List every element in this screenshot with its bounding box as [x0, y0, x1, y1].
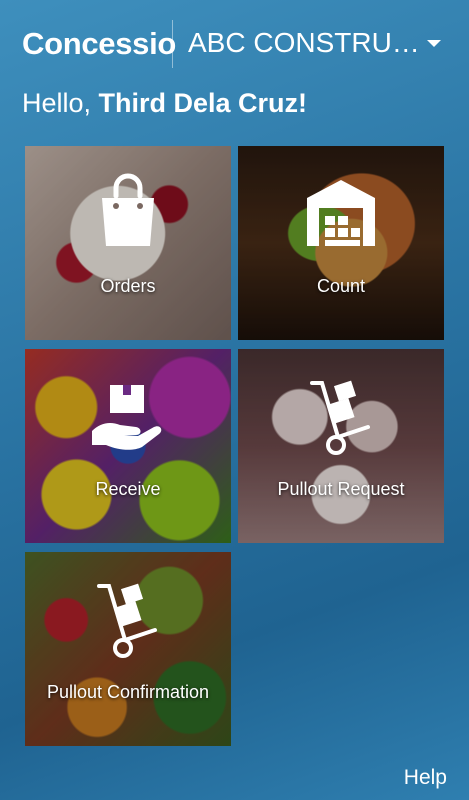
- tile-label: Count: [316, 276, 366, 296]
- app-brand: Concessio: [22, 26, 177, 61]
- tile-label: Pullout Request: [277, 479, 405, 499]
- chevron-down-icon[interactable]: [427, 40, 441, 47]
- shopping-bag-icon: [25, 172, 231, 272]
- user-name: Third Dela Cruz!: [98, 88, 308, 118]
- tile-label: Receive: [95, 479, 161, 499]
- tile-count[interactable]: Count: [238, 146, 444, 340]
- tile-pullout-confirmation[interactable]: Pullout Confirmation: [25, 552, 231, 746]
- help-link[interactable]: Help: [404, 766, 447, 790]
- tile-orders[interactable]: Orders: [25, 146, 231, 340]
- tile-pullout-request[interactable]: Pullout Request: [238, 349, 444, 543]
- tile-label: Orders: [100, 276, 156, 296]
- company-selector[interactable]: ABC CONSTRU…: [188, 27, 420, 59]
- tile-receive[interactable]: Receive: [25, 349, 231, 543]
- hand-truck-icon: [25, 578, 231, 678]
- greeting-prefix: Hello,: [22, 88, 99, 118]
- tile-label: Pullout Confirmation: [46, 682, 210, 702]
- hand-truck-icon: [238, 375, 444, 475]
- hand-package-icon: [25, 375, 231, 475]
- greeting: Hello, Third Dela Cruz!: [22, 88, 307, 119]
- app-header: Concessio ABC CONSTRU…: [0, 0, 469, 80]
- header-divider: [172, 20, 173, 68]
- warehouse-icon: [238, 172, 444, 272]
